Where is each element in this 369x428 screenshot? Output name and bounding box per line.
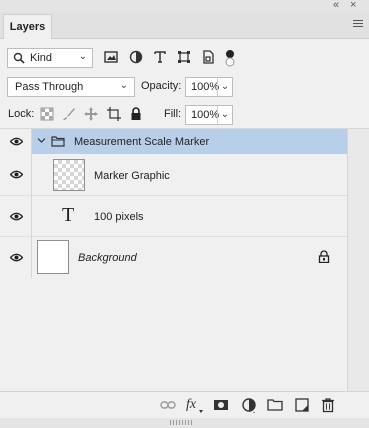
- new-layer-icon[interactable]: [294, 397, 310, 413]
- layer-thumbnail: [53, 159, 85, 191]
- lock-image-pixels-icon[interactable]: [62, 107, 78, 123]
- lock-all-icon[interactable]: [129, 107, 145, 123]
- eye-icon[interactable]: [10, 137, 23, 146]
- blend-row: Pass Through ⌄ Opacity: 100% ⌄: [0, 76, 369, 98]
- fill-label: Fill:: [164, 108, 182, 120]
- new-group-icon[interactable]: [267, 397, 283, 413]
- adjustment-layer-icon[interactable]: [241, 397, 257, 413]
- visibility-column[interactable]: [0, 129, 32, 154]
- visibility-column[interactable]: [0, 154, 32, 195]
- layer-row-group[interactable]: Measurement Scale Marker: [0, 129, 347, 154]
- layer-row-pixel[interactable]: Marker Graphic: [0, 154, 347, 196]
- link-layers-icon[interactable]: [160, 397, 176, 413]
- blend-mode-select[interactable]: Pass Through ⌄: [7, 77, 135, 97]
- type-filter-icon[interactable]: [153, 50, 169, 66]
- layers-scrollbar[interactable]: [347, 129, 369, 391]
- eye-icon[interactable]: [10, 170, 23, 179]
- hamburger-menu-icon[interactable]: [353, 20, 363, 28]
- type-layer-icon: T: [62, 204, 75, 226]
- lock-icon: [318, 250, 330, 263]
- shape-filter-icon[interactable]: [177, 50, 193, 66]
- chevron-down-icon[interactable]: ⌄: [217, 78, 232, 96]
- fx-icon[interactable]: fx: [186, 397, 196, 413]
- lock-artboard-icon[interactable]: [107, 107, 123, 123]
- chevron-down-icon: ⌄: [78, 51, 87, 62]
- filter-kind-select[interactable]: Kind ⌄: [7, 48, 93, 68]
- layer-thumbnail: [37, 240, 69, 274]
- chevron-down-icon[interactable]: [37, 136, 46, 145]
- chevron-down-icon[interactable]: ⌄: [217, 106, 232, 124]
- lock-transparent-pixels-icon[interactable]: [40, 107, 56, 123]
- lock-row: Lock: Fill: 100% ⌄: [0, 104, 369, 126]
- layer-mask-icon[interactable]: [213, 397, 229, 413]
- collapse-panel-button[interactable]: «: [333, 0, 339, 11]
- filter-kind-label: Kind: [30, 52, 53, 64]
- opacity-value: 100%: [191, 81, 220, 93]
- folder-icon: [51, 135, 65, 147]
- chevron-down-icon: ⌄: [119, 80, 128, 91]
- opacity-field[interactable]: 100% ⌄: [185, 77, 233, 97]
- layer-name: Background: [78, 252, 137, 264]
- fill-field[interactable]: 100% ⌄: [185, 105, 233, 125]
- smart-object-filter-icon[interactable]: [201, 50, 217, 66]
- eye-icon[interactable]: [10, 212, 23, 221]
- filter-toggle-icon[interactable]: [224, 48, 236, 68]
- filter-row: Kind ⌄: [0, 46, 369, 72]
- layer-name: Marker Graphic: [94, 170, 170, 182]
- blend-mode-value: Pass Through: [15, 81, 84, 93]
- lock-position-icon[interactable]: [84, 107, 100, 123]
- resize-grip[interactable]: [0, 418, 369, 428]
- layer-row-text[interactable]: T 100 pixels: [0, 195, 347, 237]
- lock-label: Lock:: [8, 108, 35, 120]
- tab-layers[interactable]: Layers: [3, 14, 52, 39]
- fill-value: 100%: [191, 109, 220, 121]
- panel-tab-bar: Layers: [0, 12, 369, 39]
- visibility-column[interactable]: [0, 236, 32, 278]
- layer-name: 100 pixels: [94, 211, 144, 223]
- fx-dropdown-indicator: [199, 410, 203, 413]
- layers-list: Measurement Scale Marker Marker Graphic …: [0, 129, 347, 391]
- close-panel-button[interactable]: ×: [350, 0, 356, 11]
- layer-row-background[interactable]: Background: [0, 236, 347, 278]
- image-filter-icon[interactable]: [104, 50, 120, 66]
- search-icon: [13, 52, 25, 64]
- layer-name: Measurement Scale Marker: [74, 136, 210, 148]
- bottom-toolbar: fx: [0, 391, 369, 418]
- adjustment-filter-icon[interactable]: [129, 50, 145, 66]
- delete-icon[interactable]: [320, 397, 336, 413]
- eye-icon[interactable]: [10, 253, 23, 262]
- visibility-column[interactable]: [0, 195, 32, 236]
- opacity-label: Opacity:: [141, 80, 182, 92]
